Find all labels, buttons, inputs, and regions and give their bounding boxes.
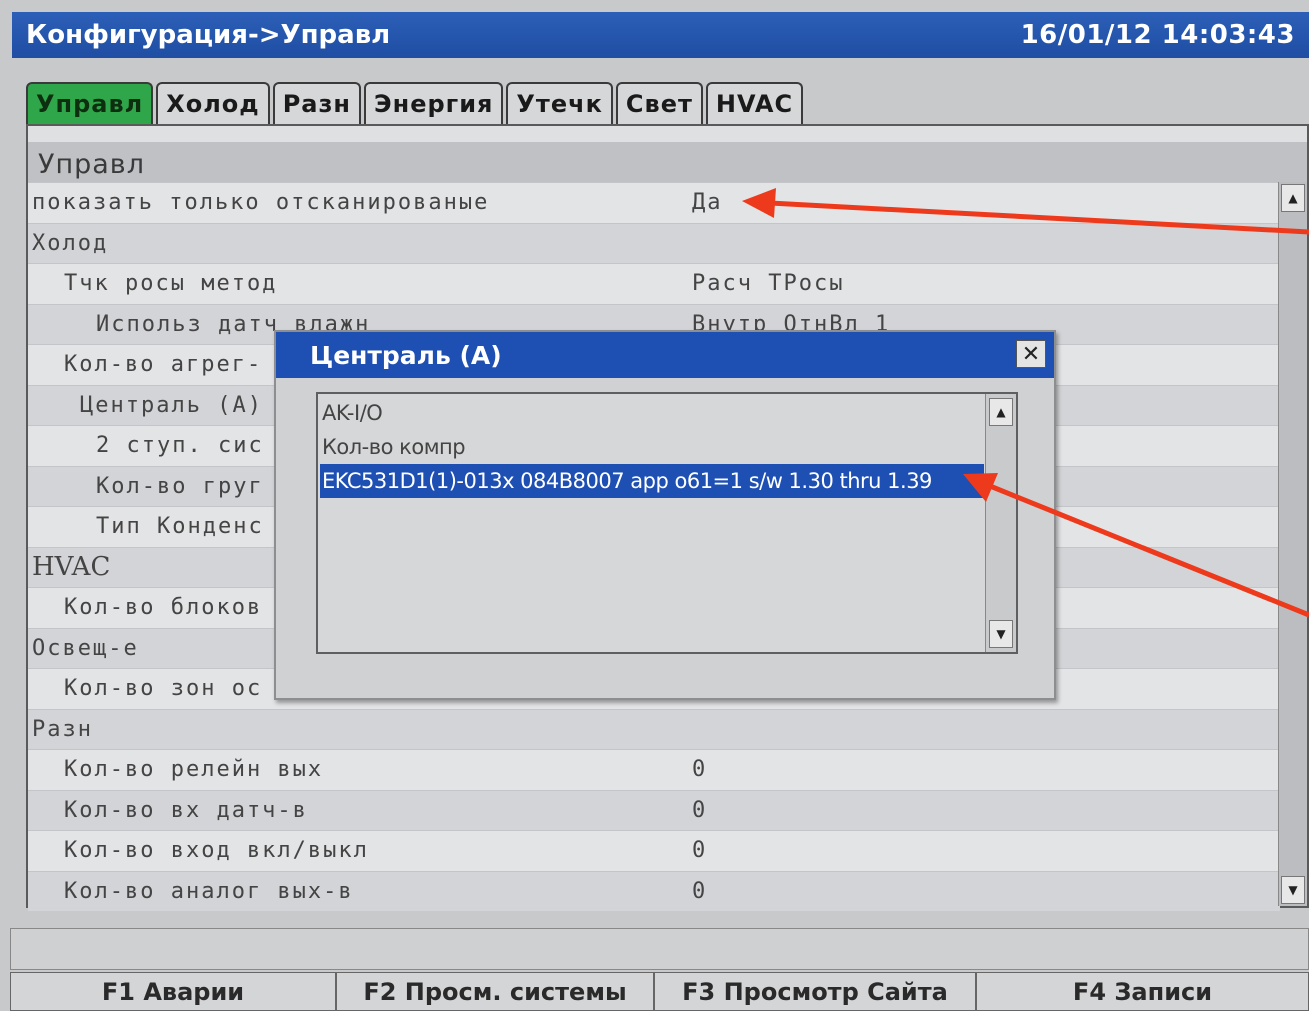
list-item[interactable]: Кол-во вх датч-в 0 xyxy=(28,789,1280,830)
listbox-scrollbar[interactable]: ▲ ▼ xyxy=(985,394,1016,652)
setting-value[interactable]: Да xyxy=(692,190,723,215)
setting-label: 2 ступ. сис xyxy=(96,433,264,459)
scroll-down-icon[interactable]: ▼ xyxy=(989,620,1013,648)
tab-leak[interactable]: Утечк xyxy=(506,82,613,124)
tab-refrigeration[interactable]: Холод xyxy=(156,82,270,124)
list-item[interactable]: AK-I/O xyxy=(320,396,984,430)
window-title: Конфигурация->Управл xyxy=(26,20,391,50)
setting-label: Кол-во релейн вых xyxy=(64,757,324,783)
section-heading: HVAC xyxy=(32,552,111,583)
selection-dialog: Централь (A) ✕ AK-I/O Кол-во компр EKC53… xyxy=(274,330,1056,700)
setting-value[interactable]: 0 xyxy=(692,838,707,863)
list-item[interactable]: Кол-во аналог вых-в 0 xyxy=(28,870,1280,911)
setting-value[interactable]: 0 xyxy=(692,798,707,823)
tab-misc[interactable]: Разн xyxy=(272,82,361,124)
datetime: 16/01/12 14:03:43 xyxy=(1020,20,1295,50)
setting-label: Кол-во блоков xyxy=(64,595,263,621)
setting-label: Кол-во аналог вых-в xyxy=(64,878,354,904)
setting-label: Кол-во агрег- xyxy=(64,352,263,378)
tab-hvac[interactable]: HVAC xyxy=(705,82,804,124)
f3-site-view-button[interactable]: F3 Просмотр Сайта xyxy=(654,972,976,1011)
section-heading: Разн xyxy=(32,716,93,742)
setting-label: Кол-во зон ос xyxy=(64,676,263,702)
list-item[interactable]: Кол-во компр xyxy=(320,430,984,464)
tab-control[interactable]: Управл xyxy=(26,82,154,124)
setting-value[interactable]: 0 xyxy=(692,757,707,782)
function-key-bar: F1 Аварии F2 Просм. системы F3 Просмотр … xyxy=(10,972,1309,1011)
tab-light[interactable]: Свет xyxy=(615,82,703,124)
list-item-selected[interactable]: EKC531D1(1)-013x 084B8007 app o61=1 s/w … xyxy=(320,464,984,498)
scroll-down-icon[interactable]: ▼ xyxy=(1281,876,1305,904)
list-item[interactable]: Кол-во релейн вых 0 xyxy=(28,749,1280,790)
scroll-up-icon[interactable]: ▲ xyxy=(1281,184,1305,212)
list-item[interactable]: показать только отсканированые Да xyxy=(28,182,1280,223)
dialog-title: Централь (A) xyxy=(276,332,1054,378)
list-item[interactable]: Холод xyxy=(28,222,1280,263)
option-listbox: AK-I/O Кол-во компр EKC531D1(1)-013x 084… xyxy=(316,392,1018,654)
setting-label: Кол-во вх датч-в xyxy=(64,797,308,823)
status-bar xyxy=(10,928,1309,970)
panel-header: Управл xyxy=(28,142,1307,186)
vertical-scrollbar[interactable]: ▲ ▼ xyxy=(1278,182,1307,906)
scroll-up-icon[interactable]: ▲ xyxy=(989,398,1013,426)
list-item[interactable]: Разн xyxy=(28,708,1280,749)
setting-value[interactable]: 0 xyxy=(692,879,707,904)
section-heading: Холод xyxy=(32,230,109,256)
list-item[interactable]: Тчк росы метод Расч ТРосы xyxy=(28,263,1280,304)
list-item[interactable]: Кол-во вход вкл/выкл 0 xyxy=(28,830,1280,871)
setting-label: Тчк росы метод xyxy=(64,271,278,297)
close-icon[interactable]: ✕ xyxy=(1016,340,1046,368)
setting-label: Тип Конденс xyxy=(96,514,264,540)
tab-energy[interactable]: Энергия xyxy=(364,82,504,124)
setting-label: Кол-во груг xyxy=(96,473,264,499)
f4-records-button[interactable]: F4 Записи xyxy=(976,972,1309,1011)
setting-label: показать только отсканированые xyxy=(32,190,490,216)
setting-value[interactable]: Расч ТРосы xyxy=(692,271,844,296)
f2-system-view-button[interactable]: F2 Просм. системы xyxy=(336,972,654,1011)
f1-alarms-button[interactable]: F1 Аварии xyxy=(10,972,336,1011)
tab-bar: Управл Холод Разн Энергия Утечк Свет HVA… xyxy=(26,82,804,126)
setting-label: Централь (A) xyxy=(80,392,263,418)
title-bar: Конфигурация->Управл 16/01/12 14:03:43 xyxy=(12,12,1309,58)
section-heading: Освещ-е xyxy=(32,635,139,661)
setting-label: Кол-во вход вкл/выкл xyxy=(64,838,369,864)
